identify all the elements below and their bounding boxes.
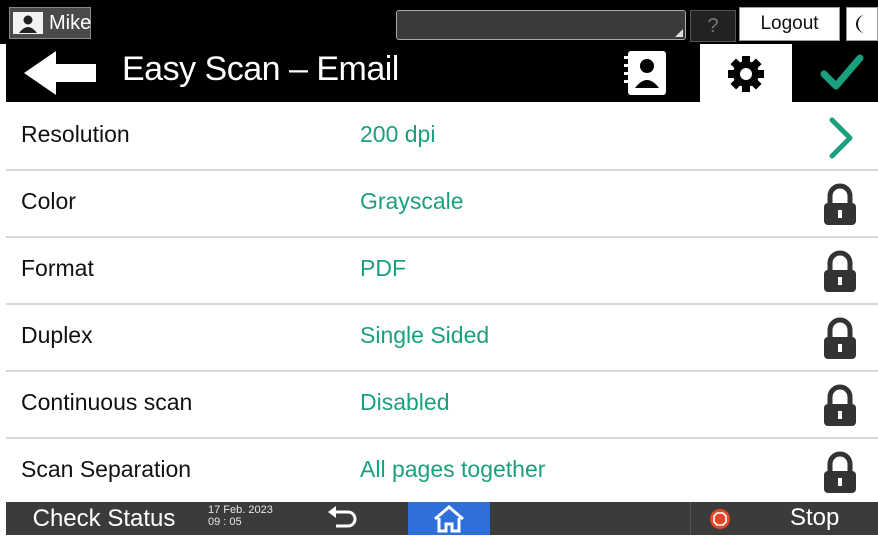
- stop-button[interactable]: Stop: [790, 504, 839, 532]
- setting-row-resolution[interactable]: Resolution 200 dpi: [6, 104, 878, 171]
- setting-label: Duplex: [21, 322, 93, 348]
- setting-label: Format: [21, 255, 94, 281]
- user-name: Mike: [49, 11, 92, 34]
- setting-label: Scan Separation: [21, 456, 192, 482]
- checkmark-icon: [820, 54, 864, 90]
- setting-value: All pages together: [360, 456, 546, 482]
- back-button[interactable]: [22, 49, 102, 97]
- system-bar: Check Status 17 Feb. 2023 09 : 05 Stop: [6, 502, 878, 535]
- date-time: 17 Feb. 2023 09 : 05: [208, 504, 273, 528]
- undo-arrow-icon: [328, 506, 357, 528]
- home-button[interactable]: [408, 502, 490, 535]
- header-bar: Easy Scan – Email: [6, 44, 878, 104]
- moon-icon: [856, 15, 865, 33]
- date-text: 17 Feb. 2023: [208, 504, 273, 516]
- arrow-left-icon: [24, 51, 96, 95]
- lock-icon: [820, 250, 860, 294]
- setting-row-color[interactable]: Color Grayscale: [6, 171, 878, 238]
- help-button[interactable]: ?: [690, 10, 736, 42]
- chevron-right-icon[interactable]: [820, 116, 860, 160]
- check-status-button[interactable]: Check Status: [6, 502, 202, 535]
- sleep-button[interactable]: [846, 7, 878, 41]
- logout-button[interactable]: Logout: [739, 7, 840, 41]
- setting-value: PDF: [360, 255, 406, 281]
- stop-icon[interactable]: [709, 508, 731, 530]
- address-book-button[interactable]: [616, 48, 676, 98]
- user-icon: [13, 12, 43, 34]
- settings-list: Resolution 200 dpi Color Grayscale Forma…: [6, 104, 878, 506]
- setting-row-duplex[interactable]: Duplex Single Sided: [6, 305, 878, 372]
- confirm-button[interactable]: [806, 48, 878, 98]
- setting-row-scan-separation[interactable]: Scan Separation All pages together: [6, 439, 878, 506]
- lock-icon: [820, 317, 860, 361]
- lock-icon: [820, 451, 860, 495]
- home-icon: [434, 505, 464, 533]
- setting-row-continuous-scan[interactable]: Continuous scan Disabled: [6, 372, 878, 439]
- address-book-icon: [624, 51, 666, 95]
- top-status-bar: Mike ? Logout: [0, 0, 878, 44]
- setting-value: Disabled: [360, 389, 450, 415]
- divider: [690, 502, 691, 535]
- gear-icon: [728, 56, 764, 92]
- message-field: [396, 10, 686, 40]
- setting-value: 200 dpi: [360, 121, 436, 147]
- setting-row-format[interactable]: Format PDF: [6, 238, 878, 305]
- lock-icon: [820, 183, 860, 227]
- time-text: 09 : 05: [208, 516, 242, 528]
- setting-value: Single Sided: [360, 322, 490, 348]
- setting-label: Continuous scan: [21, 389, 193, 415]
- resize-icon: [675, 29, 683, 37]
- setting-label: Color: [21, 188, 76, 214]
- lock-icon: [820, 384, 860, 428]
- setting-value: Grayscale: [360, 188, 464, 214]
- user-chip[interactable]: Mike: [9, 7, 91, 39]
- settings-tab[interactable]: [700, 44, 792, 104]
- setting-label: Resolution: [21, 121, 130, 147]
- page-title: Easy Scan – Email: [122, 50, 399, 88]
- undo-button[interactable]: [306, 502, 376, 535]
